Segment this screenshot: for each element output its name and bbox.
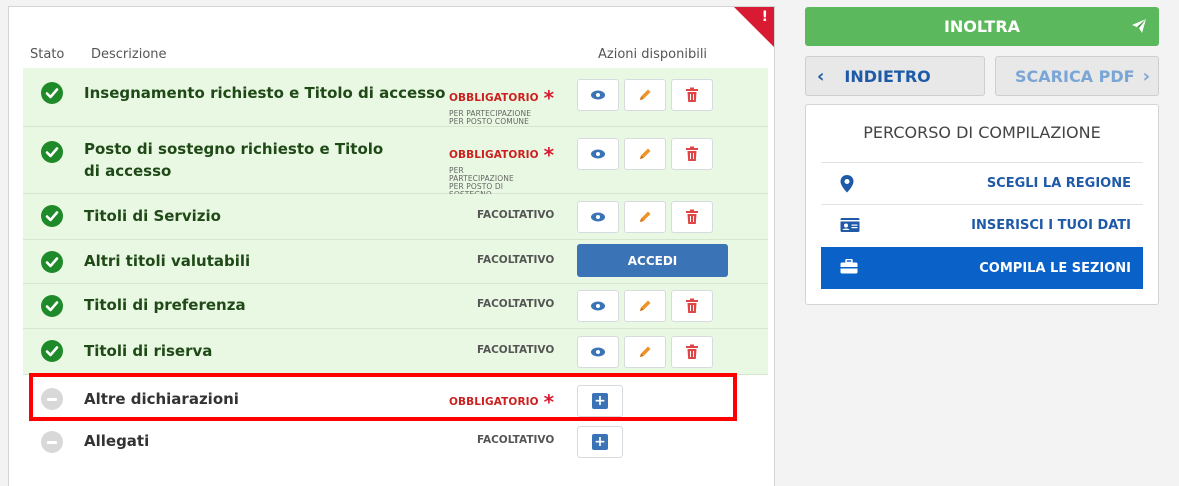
row-actions bbox=[577, 201, 713, 233]
trash-icon bbox=[686, 344, 698, 359]
map-marker-icon bbox=[840, 175, 854, 193]
optional-badge: FACOLTATIVO bbox=[477, 298, 555, 310]
edit-button[interactable] bbox=[624, 138, 666, 170]
edit-button[interactable] bbox=[624, 290, 666, 322]
step-label: INSERISCI I TUOI DATI bbox=[971, 218, 1131, 233]
table-header: Stato Descrizione Azioni disponibili bbox=[9, 47, 774, 67]
delete-button[interactable] bbox=[671, 336, 713, 368]
pencil-icon bbox=[640, 346, 651, 357]
optional-badge: FACOLTATIVO bbox=[477, 434, 555, 446]
eye-icon bbox=[591, 347, 605, 357]
edit-button[interactable] bbox=[624, 336, 666, 368]
progress-panel: PERCORSO DI COMPILAZIONE SCEGLI LA REGIO… bbox=[805, 104, 1159, 305]
col-azioni: Azioni disponibili bbox=[598, 47, 708, 62]
row-label: Allegati bbox=[84, 432, 150, 450]
row-actions bbox=[577, 79, 713, 111]
check-icon bbox=[41, 295, 63, 317]
row-actions: + bbox=[577, 426, 623, 458]
check-icon bbox=[41, 340, 63, 362]
row-actions bbox=[577, 336, 713, 368]
highlight-box bbox=[29, 373, 737, 421]
pencil-icon bbox=[640, 148, 651, 159]
trash-icon bbox=[686, 298, 698, 313]
optional-badge: FACOLTATIVO bbox=[477, 209, 555, 221]
edit-button[interactable] bbox=[624, 201, 666, 233]
briefcase-icon bbox=[840, 259, 858, 274]
delete-button[interactable] bbox=[671, 138, 713, 170]
table-row: Titoli di preferenza FACOLTATIVO bbox=[23, 284, 768, 329]
col-stato: Stato bbox=[30, 47, 65, 62]
required-badge: OBBLIGATORIO * PER PARTECIPAZIONE PER POS… bbox=[449, 143, 555, 199]
table-row: Titoli di riserva FACOLTATIVO bbox=[23, 329, 768, 375]
id-card-icon bbox=[840, 218, 860, 232]
check-icon bbox=[41, 141, 63, 163]
table-row: Posto di sostegno richiesto e Titolo di … bbox=[23, 127, 768, 199]
table-row: Insegnamento richiesto e Titolo di acces… bbox=[23, 68, 768, 127]
send-icon bbox=[1132, 19, 1146, 33]
chevron-left-icon: ‹ bbox=[817, 65, 825, 87]
delete-button[interactable] bbox=[671, 79, 713, 111]
view-button[interactable] bbox=[577, 201, 619, 233]
view-button[interactable] bbox=[577, 138, 619, 170]
edit-button[interactable] bbox=[624, 79, 666, 111]
check-icon bbox=[41, 82, 63, 104]
view-button[interactable] bbox=[577, 79, 619, 111]
step-label: COMPILA LE SEZIONI bbox=[979, 260, 1131, 276]
row-label: Altri titoli valutabili bbox=[84, 252, 251, 270]
add-button[interactable]: + bbox=[577, 426, 623, 458]
download-pdf-button[interactable]: SCARICA PDF › bbox=[995, 56, 1159, 96]
row-actions bbox=[577, 290, 713, 322]
progress-title: PERCORSO DI COMPILAZIONE bbox=[863, 123, 1101, 142]
table-row: Allegati FACOLTATIVO + bbox=[23, 423, 768, 467]
warning-corner bbox=[734, 7, 774, 47]
inoltra-label: INOLTRA bbox=[943, 17, 1021, 36]
pending-icon bbox=[41, 431, 63, 453]
step-data[interactable]: INSERISCI I TUOI DATI bbox=[821, 204, 1143, 246]
step-label: SCEGLI LA REGIONE bbox=[986, 176, 1131, 191]
row-label: Titoli di preferenza bbox=[84, 296, 246, 314]
trash-icon bbox=[686, 146, 698, 161]
table-row: Titoli di Servizio FACOLTATIVO bbox=[23, 194, 768, 240]
eye-icon bbox=[591, 149, 605, 159]
view-button[interactable] bbox=[577, 290, 619, 322]
warning-mark: ! bbox=[761, 9, 768, 25]
row-label: Titoli di riserva bbox=[84, 342, 213, 360]
delete-button[interactable] bbox=[671, 290, 713, 322]
chevron-right-icon: › bbox=[1142, 65, 1150, 87]
check-icon bbox=[41, 251, 63, 273]
pencil-icon bbox=[640, 300, 651, 311]
required-star-icon: * bbox=[543, 86, 555, 110]
eye-icon bbox=[591, 90, 605, 100]
step-region[interactable]: SCEGLI LA REGIONE bbox=[821, 162, 1143, 204]
required-star-icon: * bbox=[543, 143, 555, 167]
required-badge: OBBLIGATORIO * PER PARTECIPAZIONE PER POS… bbox=[449, 86, 555, 126]
trash-icon bbox=[686, 209, 698, 224]
optional-badge: FACOLTATIVO bbox=[477, 254, 555, 266]
table-row: Altri titoli valutabili FACOLTATIVO ACCE… bbox=[23, 240, 768, 284]
optional-badge: FACOLTATIVO bbox=[477, 344, 555, 356]
eye-icon bbox=[591, 301, 605, 311]
pdf-label: SCARICA PDF bbox=[1015, 66, 1135, 86]
plus-icon: + bbox=[592, 434, 608, 450]
row-actions bbox=[577, 138, 713, 170]
trash-icon bbox=[686, 87, 698, 102]
pencil-icon bbox=[640, 211, 651, 222]
accedi-button[interactable]: ACCEDI bbox=[577, 244, 728, 277]
inoltra-button[interactable]: INOLTRA bbox=[805, 7, 1159, 46]
row-label: Titoli di Servizio bbox=[84, 207, 221, 225]
eye-icon bbox=[591, 212, 605, 222]
back-button[interactable]: ‹ INDIETRO bbox=[805, 56, 985, 96]
pencil-icon bbox=[640, 89, 651, 100]
col-descrizione: Descrizione bbox=[91, 47, 167, 62]
check-icon bbox=[41, 205, 63, 227]
delete-button[interactable] bbox=[671, 201, 713, 233]
back-label: INDIETRO bbox=[844, 66, 931, 86]
step-sections[interactable]: COMPILA LE SEZIONI bbox=[821, 247, 1143, 289]
view-button[interactable] bbox=[577, 336, 619, 368]
row-label: Posto di sostegno richiesto e Titolo di … bbox=[84, 140, 384, 180]
row-label: Insegnamento richiesto e Titolo di acces… bbox=[84, 84, 446, 102]
